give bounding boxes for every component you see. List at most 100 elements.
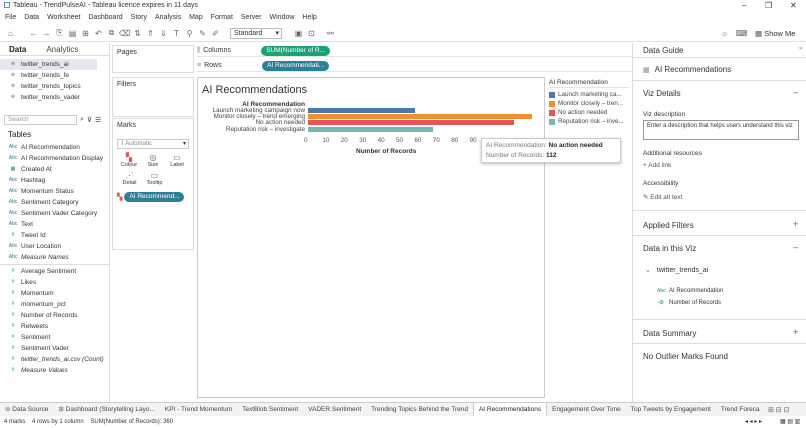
- bar-0[interactable]: [308, 108, 415, 113]
- tab-sheet[interactable]: VADER Sentiment: [303, 403, 366, 417]
- undo-icon[interactable]: ↶: [92, 29, 105, 38]
- menu-format[interactable]: Format: [211, 14, 233, 21]
- field-item[interactable]: Abc Measure Names: [0, 252, 109, 263]
- text-icon[interactable]: T: [170, 29, 183, 38]
- data-source-tree[interactable]: ⌄ twitter_trends_ai: [645, 266, 708, 275]
- bar-3[interactable]: [308, 126, 434, 132]
- tab-sheet[interactable]: ⊞ Dashboard (Storytelling Layo...: [53, 403, 160, 417]
- sort-asc-icon[interactable]: ⇑: [144, 29, 157, 38]
- field-item[interactable]: # twitter_trends_ai.csv (Count): [0, 354, 109, 365]
- menu-server[interactable]: Server: [241, 14, 262, 21]
- sort-desc-icon[interactable]: ⇓: [157, 29, 170, 38]
- tab-analytics[interactable]: Analytics: [46, 45, 78, 54]
- menu-story[interactable]: Story: [131, 14, 147, 21]
- restore-icon[interactable]: ❐: [765, 0, 772, 12]
- field-item[interactable]: # Sentiment: [0, 332, 109, 343]
- mark-type-dropdown[interactable]: ⌇ Automatic ▾: [117, 139, 189, 149]
- new-sheet-icon[interactable]: ⊞: [79, 29, 92, 38]
- rows-shelf[interactable]: ≡ Rows AI Recommendati...: [197, 60, 632, 72]
- field-item[interactable]: ▦ Created At: [0, 164, 109, 175]
- field-item[interactable]: Abc Sentiment Category: [0, 197, 109, 208]
- filters-shelf[interactable]: Filters: [112, 77, 194, 117]
- field-item[interactable]: # Number of Records: [0, 310, 109, 321]
- comment-icon[interactable]: ⌨: [735, 29, 748, 38]
- menu-file[interactable]: File: [5, 14, 16, 21]
- menu-window[interactable]: Window: [270, 14, 295, 21]
- field-item[interactable]: Abc Text: [0, 219, 109, 230]
- share-icon[interactable]: ⚯: [324, 29, 337, 38]
- forward-icon[interactable]: →: [40, 29, 53, 38]
- expand-summary-icon[interactable]: +: [793, 327, 798, 337]
- rows-pill[interactable]: AI Recommendati...: [262, 60, 330, 71]
- duplicate-icon[interactable]: ⧉: [105, 28, 118, 38]
- field-item[interactable]: # Average Sentiment: [0, 266, 109, 277]
- home-icon[interactable]: ⌂: [4, 29, 17, 38]
- field-item[interactable]: Abc AI Recommendation Display: [0, 153, 109, 164]
- tab-sheet[interactable]: Trend Foreca: [716, 403, 765, 417]
- field-item[interactable]: # Sentiment Vader: [0, 343, 109, 354]
- search-icon[interactable]: ⌕: [80, 116, 84, 124]
- colour-field-pill[interactable]: AI Recommend...: [124, 192, 185, 202]
- legend-item[interactable]: No action needed: [549, 108, 629, 117]
- tab-data[interactable]: Data: [9, 45, 26, 54]
- tab-sheet[interactable]: Engagement Over Time: [547, 403, 626, 417]
- field-item[interactable]: Abc Sentiment Vader Category: [0, 208, 109, 219]
- lightbulb-icon[interactable]: ☼: [718, 29, 731, 38]
- viz-description-input[interactable]: Enter a description that helps users und…: [643, 120, 799, 140]
- highlight-icon[interactable]: ✎: [196, 29, 209, 38]
- swap-icon[interactable]: ⇅: [131, 29, 144, 38]
- collapse-data-icon[interactable]: –: [793, 242, 798, 252]
- menu-worksheet[interactable]: Worksheet: [47, 14, 80, 21]
- clear-icon[interactable]: ⌫: [118, 29, 131, 38]
- bar-2[interactable]: [308, 120, 515, 126]
- field-item[interactable]: # Tweet Id: [0, 230, 109, 241]
- legend-item[interactable]: Monitor closely – tren...: [549, 99, 629, 108]
- edit-alt-text-button[interactable]: ✎ Edit alt text: [643, 193, 682, 201]
- fit-dropdown[interactable]: Standard ▾: [230, 27, 282, 39]
- field-item[interactable]: Abc Hashtag: [0, 175, 109, 186]
- show-cards-icon[interactable]: ▣: [292, 29, 305, 38]
- data-source-item[interactable]: ⊜ twitter_trends_fe: [0, 70, 97, 81]
- save-icon[interactable]: ▤: [66, 29, 79, 38]
- tab-sheet[interactable]: KPI - Trend Momentum: [160, 403, 237, 417]
- search-input[interactable]: Search: [4, 115, 77, 125]
- field-item[interactable]: # momentum_pct: [0, 299, 109, 310]
- data-source-item[interactable]: ⊜ twitter_trends_vader: [0, 92, 97, 103]
- bar-1[interactable]: [308, 114, 533, 120]
- data-source-item[interactable]: ⊜ twitter_trends_topics: [0, 81, 97, 92]
- menu-analysis[interactable]: Analysis: [155, 14, 181, 21]
- tooltip-button[interactable]: ▭ Tooltip: [142, 171, 167, 186]
- field-item[interactable]: # Momentum: [0, 288, 109, 299]
- label-button[interactable]: ▭ Label: [165, 153, 189, 168]
- tab-sheet[interactable]: AI Recommendations: [472, 402, 548, 417]
- field-item[interactable]: Abc User Location: [0, 241, 109, 252]
- menu-dashboard[interactable]: Dashboard: [88, 14, 122, 21]
- minimize-icon[interactable]: –: [742, 0, 746, 12]
- pen-icon[interactable]: ✐: [209, 29, 222, 38]
- filter-icon[interactable]: ⊽: [87, 116, 92, 124]
- grid-view-icon[interactable]: ▦ ▤ ▥: [780, 416, 800, 428]
- menu-help[interactable]: Help: [302, 14, 316, 21]
- columns-shelf[interactable]: ⫼ Columns SUM(Number of R...: [197, 45, 632, 57]
- field-item[interactable]: # Likes: [0, 277, 109, 288]
- field-item[interactable]: Abc AI Recommendation: [0, 142, 109, 153]
- data-source-item[interactable]: ⊜ twitter_trends_ai: [0, 59, 97, 70]
- tab-sheet[interactable]: ⊜ Data Source: [0, 403, 53, 417]
- expand-filters-icon[interactable]: +: [793, 219, 798, 229]
- legend-item[interactable]: Launch marketing ca...: [549, 90, 629, 99]
- field-item[interactable]: # Measure Values: [0, 365, 109, 376]
- colour-button[interactable]: ▚ Colour: [117, 153, 141, 168]
- menu-data[interactable]: Data: [24, 14, 39, 21]
- pin-icon[interactable]: ⚲: [183, 29, 196, 38]
- connect-icon[interactable]: ⎘: [53, 28, 66, 38]
- close-icon[interactable]: ✕: [790, 0, 797, 12]
- legend-item[interactable]: Reputation risk – inve...: [549, 117, 629, 126]
- collapse-viz-details-icon[interactable]: –: [793, 87, 798, 97]
- view-options-icon[interactable]: ☰: [95, 116, 101, 124]
- nav-arrows-icon[interactable]: ◂ ◂ ▸ ▸: [745, 416, 762, 428]
- detail-button[interactable]: ⋰ Detail: [117, 171, 142, 186]
- presentation-icon[interactable]: ⊡: [305, 29, 318, 38]
- field-item[interactable]: # Retweets: [0, 321, 109, 332]
- size-button[interactable]: ◎ Size: [141, 153, 165, 168]
- collapse-icon[interactable]: »: [799, 46, 802, 52]
